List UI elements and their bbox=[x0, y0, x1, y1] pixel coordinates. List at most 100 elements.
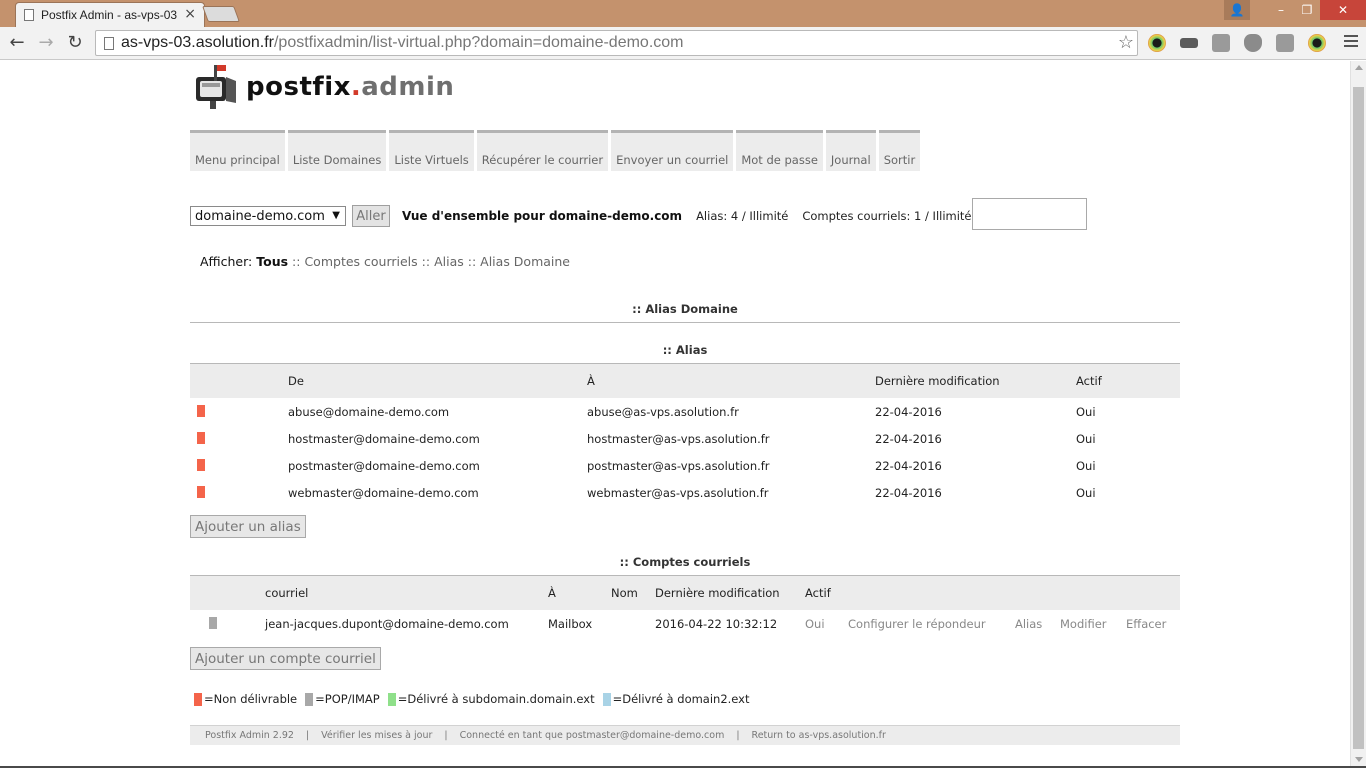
mailbox-table-header: courriel À Nom Dernière modification Act… bbox=[190, 576, 1180, 610]
add-alias-button[interactable]: Ajouter un alias bbox=[190, 515, 306, 538]
filter-separator: :: bbox=[292, 254, 301, 269]
footer-separator: | bbox=[736, 730, 740, 741]
browser-toolbar: ← → ↻ as-vps-03.asolution.fr/postfixadmi… bbox=[0, 27, 1366, 60]
url-host: as-vps-03.asolution.fr bbox=[121, 34, 274, 51]
alias-active[interactable]: Oui bbox=[1076, 486, 1096, 500]
vertical-scrollbar[interactable] bbox=[1350, 61, 1366, 768]
filter-separator: :: bbox=[421, 254, 431, 269]
selected-domain: domaine-demo.com bbox=[195, 208, 325, 224]
close-tab-icon[interactable]: × bbox=[184, 6, 196, 22]
search-input[interactable] bbox=[972, 198, 1087, 230]
alias-count: Alias: 4 / Illimité bbox=[696, 209, 789, 223]
footer-version[interactable]: Postfix Admin 2.92 bbox=[205, 730, 294, 741]
forward-arrow-icon[interactable]: → bbox=[35, 32, 57, 53]
legend-item: =Non délivrable bbox=[194, 692, 297, 706]
undeliverable-marker bbox=[197, 486, 205, 498]
filter-mailboxes[interactable]: Comptes courriels bbox=[304, 254, 417, 269]
extension-people-icon[interactable] bbox=[1212, 34, 1230, 52]
menu-item-fetchmail[interactable]: Récupérer le courrier bbox=[476, 130, 609, 171]
scrollbar-thumb[interactable] bbox=[1353, 87, 1364, 749]
header-modified: Dernière modification bbox=[875, 374, 1000, 388]
back-arrow-icon[interactable]: ← bbox=[6, 32, 28, 53]
filter-all[interactable]: Tous bbox=[256, 254, 288, 269]
vacation-link[interactable]: Configurer le répondeur bbox=[848, 617, 986, 631]
alias-row: abuse@domaine-demo.com abuse@as-vps.asol… bbox=[190, 398, 1180, 425]
edit-link[interactable]: Modifier bbox=[1060, 617, 1107, 631]
scroll-up-icon[interactable] bbox=[1355, 65, 1363, 70]
scroll-down-icon[interactable] bbox=[1355, 757, 1363, 762]
new-tab-button[interactable] bbox=[202, 6, 240, 22]
page-info-icon[interactable] bbox=[104, 36, 114, 50]
menu-item-password[interactable]: Mot de passe bbox=[736, 130, 823, 171]
undeliverable-marker bbox=[197, 405, 205, 417]
pop-imap-marker bbox=[209, 617, 217, 629]
alias-row: hostmaster@domaine-demo.com hostmaster@a… bbox=[190, 425, 1180, 452]
header-from: De bbox=[288, 374, 304, 388]
alias-active[interactable]: Oui bbox=[1076, 459, 1096, 473]
user-profile-icon[interactable]: 👤 bbox=[1224, 0, 1250, 20]
extension-people-icon-2[interactable] bbox=[1276, 34, 1294, 52]
alias-active[interactable]: Oui bbox=[1076, 405, 1096, 419]
filter-alias-domains[interactable]: Alias Domaine bbox=[480, 254, 570, 269]
page-viewport: postfix.admin Menu principal Liste Domai… bbox=[0, 61, 1350, 768]
browser-menu-icon[interactable] bbox=[1344, 35, 1358, 50]
logo-text: postfix.admin bbox=[246, 72, 455, 102]
menu-item-home[interactable]: Menu principal bbox=[190, 130, 285, 171]
extension-fox-icon[interactable] bbox=[1244, 34, 1262, 52]
menu-item-logout[interactable]: Sortir bbox=[878, 130, 921, 171]
legend-item: =Délivré à domain2.ext bbox=[602, 692, 750, 706]
extension-color-icon-2[interactable] bbox=[1308, 34, 1326, 52]
address-bar[interactable]: as-vps-03.asolution.fr/postfixadmin/list… bbox=[95, 30, 1138, 56]
menu-item-sendmail[interactable]: Envoyer un courriel bbox=[611, 130, 734, 171]
mailbox-active[interactable]: Oui bbox=[805, 617, 825, 631]
menu-item-log[interactable]: Journal bbox=[825, 130, 876, 171]
mailbox-count: Comptes courriels: 1 / Illimité bbox=[802, 209, 972, 223]
close-window-icon[interactable]: ✕ bbox=[1320, 0, 1366, 20]
mailbox-section-title: :: Comptes courriels bbox=[619, 555, 751, 569]
alias-to: hostmaster@as-vps.asolution.fr bbox=[587, 431, 770, 446]
minimize-icon[interactable]: – bbox=[1268, 0, 1294, 20]
alias-modified: 22-04-2016 bbox=[875, 485, 942, 500]
legend-swatch bbox=[194, 692, 202, 706]
undeliverable-marker bbox=[197, 459, 205, 471]
header-to: À bbox=[587, 374, 595, 388]
chevron-down-icon: ▼ bbox=[332, 210, 340, 221]
extension-color-icon[interactable] bbox=[1148, 34, 1166, 52]
footer-logged-in: Connecté en tant que postmaster@domaine-… bbox=[459, 730, 725, 741]
mailbox-modified: 2016-04-22 10:32:12 bbox=[655, 616, 778, 631]
go-button[interactable]: Aller bbox=[352, 205, 390, 227]
delete-link[interactable]: Effacer bbox=[1126, 617, 1166, 631]
header-modified: Dernière modification bbox=[655, 586, 780, 600]
filter-separator: :: bbox=[467, 254, 477, 269]
filter-aliases[interactable]: Alias bbox=[434, 254, 464, 269]
alias-from[interactable]: postmaster@domaine-demo.com bbox=[288, 459, 480, 473]
extension-mask-icon[interactable] bbox=[1180, 38, 1198, 48]
add-mailbox-button[interactable]: Ajouter un compte courriel bbox=[190, 647, 381, 670]
alias-table-header: De À Dernière modification Actif bbox=[190, 364, 1180, 398]
footer-check-updates[interactable]: Vérifier les mises à jour bbox=[321, 730, 432, 741]
window-controls: 👤 – ❐ ✕ bbox=[1224, 0, 1366, 20]
header-email: courriel bbox=[265, 586, 309, 600]
reload-icon[interactable]: ↻ bbox=[64, 32, 86, 53]
alias-link[interactable]: Alias bbox=[1015, 617, 1042, 631]
alias-modified: 22-04-2016 bbox=[875, 458, 942, 473]
footer-separator: | bbox=[444, 730, 448, 741]
bookmark-star-icon[interactable]: ☆ bbox=[1118, 32, 1134, 53]
footer-return-link[interactable]: Return to as-vps.asolution.fr bbox=[752, 730, 886, 741]
browser-tab-active[interactable]: Postfix Admin - as-vps-03 × bbox=[15, 2, 205, 27]
divider bbox=[190, 322, 1180, 323]
domain-select[interactable]: domaine-demo.com ▼ bbox=[190, 206, 346, 226]
postfixadmin-logo[interactable]: postfix.admin bbox=[192, 63, 454, 111]
menu-item-domains[interactable]: Liste Domaines bbox=[287, 130, 387, 171]
main-menu: Menu principal Liste Domaines Liste Virt… bbox=[190, 130, 923, 171]
legend: =Non délivrable =POP/IMAP =Délivré à sub… bbox=[194, 692, 758, 706]
restore-icon[interactable]: ❐ bbox=[1294, 0, 1320, 20]
legend-swatch bbox=[305, 692, 314, 706]
alias-active[interactable]: Oui bbox=[1076, 432, 1096, 446]
url-path: /postfixadmin/list-virtual.php?domain=do… bbox=[273, 34, 684, 51]
alias-from[interactable]: webmaster@domaine-demo.com bbox=[288, 486, 479, 500]
footer: Postfix Admin 2.92 | Vérifier les mises … bbox=[190, 725, 1180, 745]
menu-item-virtual[interactable]: Liste Virtuels bbox=[389, 130, 474, 171]
alias-from[interactable]: abuse@domaine-demo.com bbox=[288, 405, 449, 419]
alias-from[interactable]: hostmaster@domaine-demo.com bbox=[288, 432, 480, 446]
